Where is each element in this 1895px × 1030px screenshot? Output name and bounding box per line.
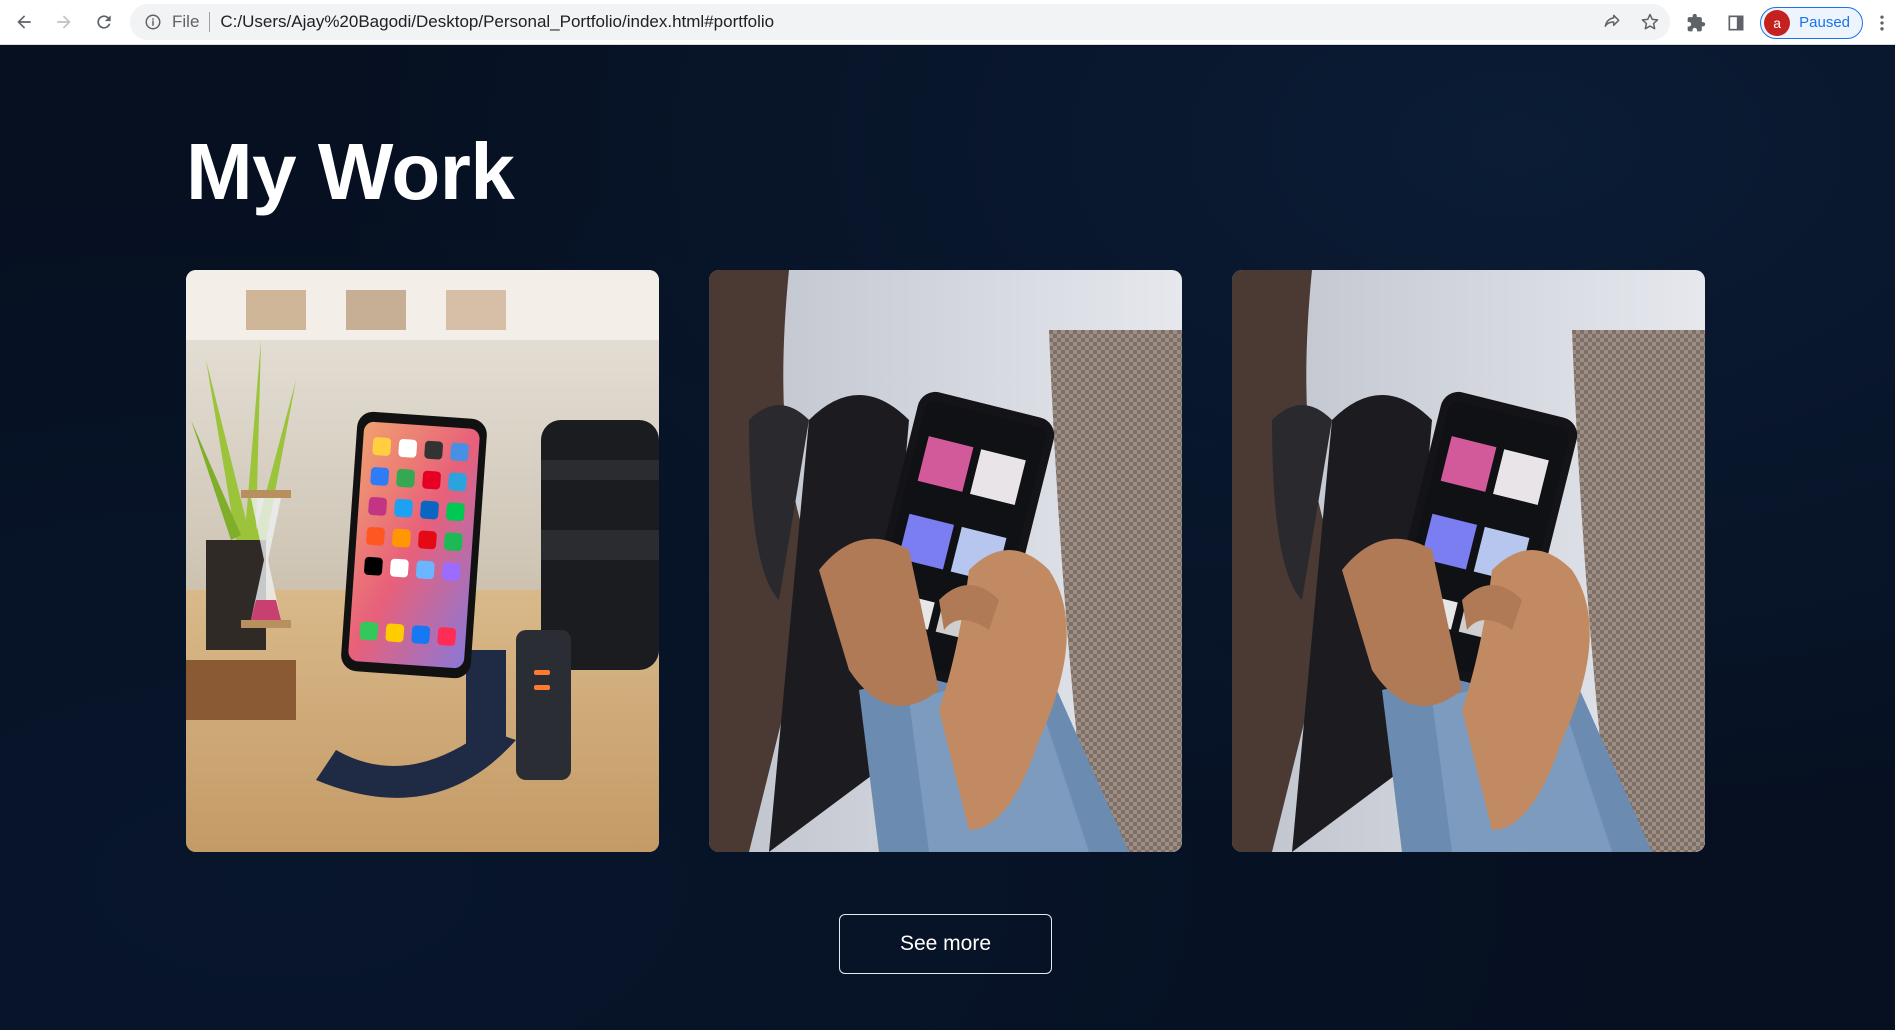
kebab-menu-icon — [1880, 15, 1884, 30]
avatar: a — [1764, 9, 1791, 36]
kebab-menu-button[interactable] — [1869, 3, 1895, 43]
address-bar[interactable]: File C:/Users/Ajay%20Bagodi/Desktop/Pers… — [130, 4, 1670, 40]
url-text[interactable]: C:/Users/Ajay%20Bagodi/Desktop/Personal_… — [220, 12, 774, 32]
section-title: My Work — [186, 127, 515, 216]
phone-in-hands-image — [709, 270, 1182, 852]
side-panel-icon — [1728, 15, 1744, 30]
arrow-left-icon — [17, 15, 31, 29]
puzzle-icon — [1687, 13, 1706, 31]
phone-in-hands-image — [1232, 270, 1705, 852]
browser-toolbar: File C:/Users/Ajay%20Bagodi/Desktop/Pers… — [0, 0, 1895, 45]
extensions-button[interactable] — [1676, 3, 1716, 43]
see-more-button[interactable]: See more — [839, 914, 1052, 974]
share-icon[interactable] — [1602, 12, 1622, 32]
reload-button[interactable] — [84, 2, 124, 42]
back-button[interactable] — [4, 2, 44, 42]
work-card-2[interactable] — [709, 270, 1182, 852]
omnibox-divider — [209, 12, 211, 32]
forward-button[interactable] — [44, 2, 84, 42]
arrow-right-icon — [57, 15, 71, 29]
reload-icon — [97, 15, 111, 29]
info-icon[interactable] — [144, 13, 162, 31]
portfolio-section: My Work See more — [0, 46, 1895, 1030]
side-panel-button[interactable] — [1716, 3, 1756, 43]
phone-on-stand-image — [186, 270, 659, 852]
profile-status: Paused — [1799, 14, 1850, 31]
star-icon[interactable] — [1640, 12, 1660, 32]
scheme-label: File — [172, 12, 200, 31]
profile-button[interactable]: a Paused — [1760, 6, 1863, 39]
work-card-3[interactable] — [1232, 270, 1705, 852]
work-card-1[interactable] — [186, 270, 659, 852]
